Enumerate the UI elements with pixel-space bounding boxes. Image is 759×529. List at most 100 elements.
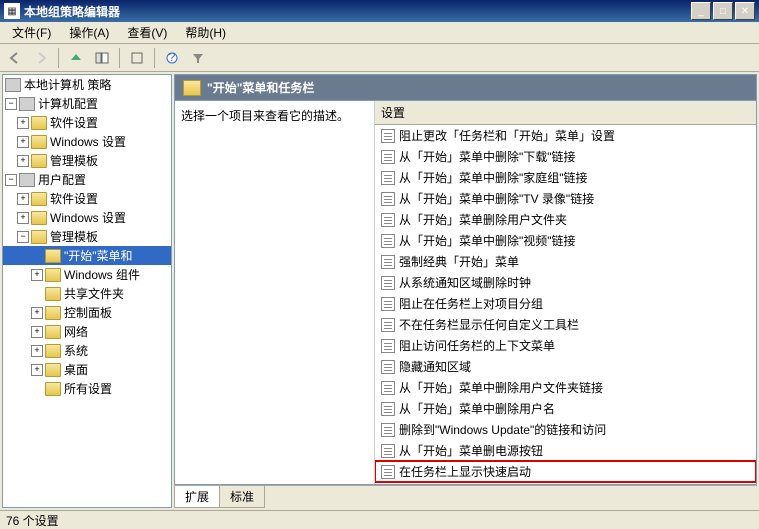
list-item-label: 从「开始」菜单中删除用户名 — [399, 400, 555, 417]
policy-icon — [381, 192, 395, 206]
list-item[interactable]: 从「开始」菜单中删除"家庭组"链接 — [375, 167, 756, 188]
list-item-label: 从「开始」菜单中删除"家庭组"链接 — [399, 169, 588, 186]
list-item[interactable]: 从「开始」菜单中删除用户文件夹链接 — [375, 377, 756, 398]
folder-icon — [31, 116, 47, 130]
list-item[interactable]: 从「开始」菜单中删除"下载"链接 — [375, 146, 756, 167]
tree-label: 用户配置 — [38, 171, 86, 188]
tab-standard[interactable]: 标准 — [219, 486, 265, 508]
list-item[interactable]: 在任务栏上显示快速启动 — [375, 461, 756, 482]
list-item[interactable]: 从「开始」菜单删电源按钮 — [375, 440, 756, 461]
show-hide-tree-button[interactable] — [91, 47, 113, 69]
list-item[interactable]: 阻止访问任务栏的上下文菜单 — [375, 335, 756, 356]
expand-icon[interactable]: + — [31, 307, 43, 319]
tree-all-settings[interactable]: 所有设置 — [3, 379, 171, 398]
list-item[interactable]: 阻止更改「任务栏和「开始」菜单」设置 — [375, 125, 756, 146]
close-button[interactable]: ✕ — [735, 2, 755, 20]
content-header: "开始"菜单和任务栏 — [174, 74, 757, 100]
list-item[interactable]: 从「开始」菜单中删除"视频"链接 — [375, 230, 756, 251]
expand-icon[interactable]: + — [17, 193, 29, 205]
tree-system[interactable]: +系统 — [3, 341, 171, 360]
list-item[interactable]: 不在任务栏显示任何自定义工具栏 — [375, 314, 756, 335]
list-item[interactable]: 隐藏通知区域 — [375, 356, 756, 377]
expand-icon[interactable]: + — [31, 326, 43, 338]
tree-computer-config[interactable]: −计算机配置 — [3, 94, 171, 113]
folder-icon — [183, 80, 201, 96]
list-item[interactable]: 阻止在任务栏上对项目分组 — [375, 293, 756, 314]
tree-windows-components[interactable]: +Windows 组件 — [3, 265, 171, 284]
tree-label: 软件设置 — [50, 190, 98, 207]
policy-icon — [381, 129, 395, 143]
expand-icon[interactable]: + — [17, 155, 29, 167]
expand-icon[interactable]: + — [17, 212, 29, 224]
help-button[interactable]: ? — [161, 47, 183, 69]
tree-label: 本地计算机 策略 — [24, 76, 111, 93]
collapse-icon[interactable]: − — [5, 98, 17, 110]
tree-windows-settings[interactable]: + Windows 设置 — [3, 132, 171, 151]
expand-icon[interactable]: + — [31, 345, 43, 357]
toolbar-separator — [58, 48, 59, 68]
tree-desktop[interactable]: + 桌面 — [3, 360, 171, 379]
menu-action[interactable]: 操作(A) — [61, 22, 117, 43]
list-item-label: 从系统通知区域删除时钟 — [399, 274, 531, 291]
tab-extended[interactable]: 扩展 — [174, 486, 220, 508]
filter-button[interactable] — [187, 47, 209, 69]
expand-icon[interactable]: + — [17, 117, 29, 129]
list-item[interactable]: 从「开始」菜单中删除用户名 — [375, 398, 756, 419]
tree-label: 桌面 — [64, 361, 88, 378]
tree-network[interactable]: +网络 — [3, 322, 171, 341]
list-item[interactable]: 从系统通知区域删除时钟 — [375, 272, 756, 293]
computer-icon — [5, 78, 21, 92]
svg-text:?: ? — [169, 51, 176, 64]
menu-help[interactable]: 帮助(H) — [177, 22, 234, 43]
tree-software-settings[interactable]: +软件设置 — [3, 113, 171, 132]
menu-file[interactable]: 文件(F) — [4, 22, 59, 43]
maximize-button[interactable]: □ — [713, 2, 733, 20]
folder-icon — [45, 306, 61, 320]
tree-start-menu[interactable]: "开始"菜单和 — [3, 246, 171, 265]
tree-user-config[interactable]: − 用户配置 — [3, 170, 171, 189]
tree-label: 管理模板 — [50, 152, 98, 169]
tree-shared-folders[interactable]: 共享文件夹 — [3, 284, 171, 303]
refresh-button[interactable] — [126, 47, 148, 69]
tree-label: 所有设置 — [64, 380, 112, 397]
status-bar: 76 个设置 — [0, 510, 759, 528]
tree-panel[interactable]: 本地计算机 策略 −计算机配置 +软件设置 +Windows 设置 +管理模板 … — [2, 74, 172, 508]
folder-icon — [31, 211, 47, 225]
tree-label: Windows 设置 — [50, 133, 126, 150]
status-text: 76 个设置 — [6, 514, 59, 528]
tree-admin-templates2[interactable]: −管理模板 — [3, 227, 171, 246]
list-item[interactable]: 从「开始」菜单中删除"TV 录像"链接 — [375, 188, 756, 209]
list-item[interactable]: 从「开始」菜单删除用户文件夹 — [375, 209, 756, 230]
minimize-button[interactable]: _ — [691, 2, 711, 20]
tree-windows-settings2[interactable]: +Windows 设置 — [3, 208, 171, 227]
expand-icon[interactable]: + — [17, 136, 29, 148]
list-item-label: 删除到"Windows Update"的链接和访问 — [399, 421, 606, 438]
policy-icon — [381, 171, 395, 185]
settings-list[interactable]: 设置 阻止更改「任务栏和「开始」菜单」设置从「开始」菜单中删除"下载"链接从「开… — [375, 101, 756, 484]
description-pane: 选择一个项目来查看它的描述。 — [175, 101, 375, 484]
up-button[interactable] — [65, 47, 87, 69]
list-item-label: 从「开始」菜单中删除"下载"链接 — [399, 148, 576, 165]
toolbar-separator — [119, 48, 120, 68]
policy-icon — [381, 423, 395, 437]
menu-view[interactable]: 查看(V) — [119, 22, 175, 43]
list-item[interactable]: 从「开始」菜单中删除"移除 PC"按钮 — [375, 482, 756, 484]
expand-icon[interactable]: + — [31, 364, 43, 376]
list-item[interactable]: 强制经典「开始」菜单 — [375, 251, 756, 272]
forward-button[interactable] — [30, 47, 52, 69]
content-split: 选择一个项目来查看它的描述。 设置 阻止更改「任务栏和「开始」菜单」设置从「开始… — [174, 100, 757, 485]
tree-root[interactable]: 本地计算机 策略 — [3, 75, 171, 94]
back-button[interactable] — [4, 47, 26, 69]
list-item-label: 在任务栏上显示快速启动 — [399, 463, 531, 480]
tree-label: 控制面板 — [64, 304, 112, 321]
list-item[interactable]: 删除到"Windows Update"的链接和访问 — [375, 419, 756, 440]
tree-admin-templates[interactable]: + 管理模板 — [3, 151, 171, 170]
tree-software-settings2[interactable]: + 软件设置 — [3, 189, 171, 208]
collapse-icon[interactable]: − — [5, 174, 17, 186]
column-header-settings[interactable]: 设置 — [375, 101, 756, 125]
expand-icon[interactable]: + — [31, 269, 43, 281]
tree-control-panel[interactable]: + 控制面板 — [3, 303, 171, 322]
collapse-icon[interactable]: − — [17, 231, 29, 243]
list-item-label: 隐藏通知区域 — [399, 358, 471, 375]
toolbar: ? — [0, 44, 759, 72]
